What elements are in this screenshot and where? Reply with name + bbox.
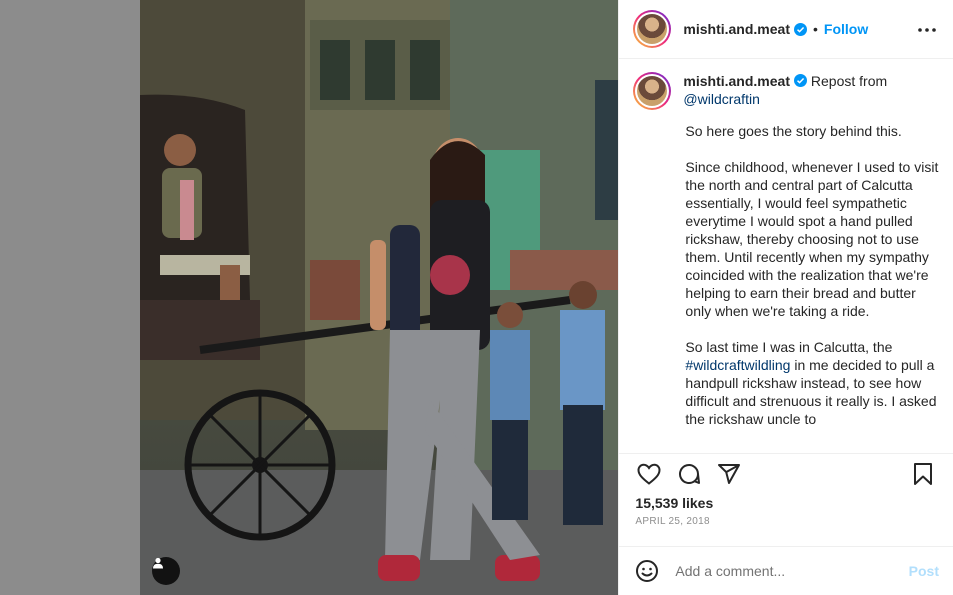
caption-username[interactable]: mishti.and.meat <box>683 73 790 89</box>
caption-scroll[interactable]: mishti.and.meat Repost from @wildcraftin… <box>619 60 953 452</box>
hashtag-link[interactable]: #wildcraftwildling <box>685 357 790 373</box>
person-icon <box>153 557 163 569</box>
header-username[interactable]: mishti.and.meat <box>683 21 790 37</box>
verified-badge-icon <box>794 22 807 36</box>
separator-dot: • <box>813 21 818 37</box>
photo-illustration <box>140 0 619 595</box>
post-header: mishti.and.meat • Follow <box>619 0 953 59</box>
heart-icon[interactable] <box>629 454 669 494</box>
bookmark-icon[interactable] <box>903 454 943 494</box>
verified-badge-icon <box>794 74 807 87</box>
caption-header: mishti.and.meat Repost from @wildcraftin <box>633 72 939 110</box>
caption-paragraph: Since childhood, whenever I used to visi… <box>685 159 939 319</box>
caption-body: So here goes the story behind this. Sinc… <box>685 122 939 428</box>
more-options-icon[interactable] <box>915 18 939 42</box>
comment-icon[interactable] <box>669 454 709 494</box>
post-date: APRIL 25, 2018 <box>635 516 710 527</box>
repost-handle-link[interactable]: @wildcraftin <box>683 91 759 107</box>
caption-paragraph: So here goes the story behind this. <box>685 123 902 139</box>
follow-button[interactable]: Follow <box>824 21 868 37</box>
user-tag-button[interactable] <box>152 557 180 585</box>
post-comment-button[interactable]: Post <box>909 563 939 579</box>
comment-bar: Post <box>619 546 953 595</box>
likes-count[interactable]: 15,539 likes <box>635 495 713 511</box>
post-side-panel: mishti.and.meat • Follow mishti.and.meat… <box>618 0 953 595</box>
repost-label: Repost from <box>810 73 888 89</box>
caption-paragraph: So last time I was in Calcutta, the #wil… <box>685 339 937 427</box>
avatar[interactable] <box>633 10 672 48</box>
comment-input[interactable] <box>673 562 909 580</box>
post-photo[interactable] <box>140 0 619 595</box>
caption-avatar[interactable] <box>633 72 672 110</box>
modal-backdrop[interactable] <box>0 0 140 595</box>
emoji-icon[interactable] <box>633 557 661 585</box>
action-bar <box>619 453 953 493</box>
share-icon[interactable] <box>709 454 749 494</box>
post-modal: mishti.and.meat • Follow mishti.and.meat… <box>140 0 953 595</box>
